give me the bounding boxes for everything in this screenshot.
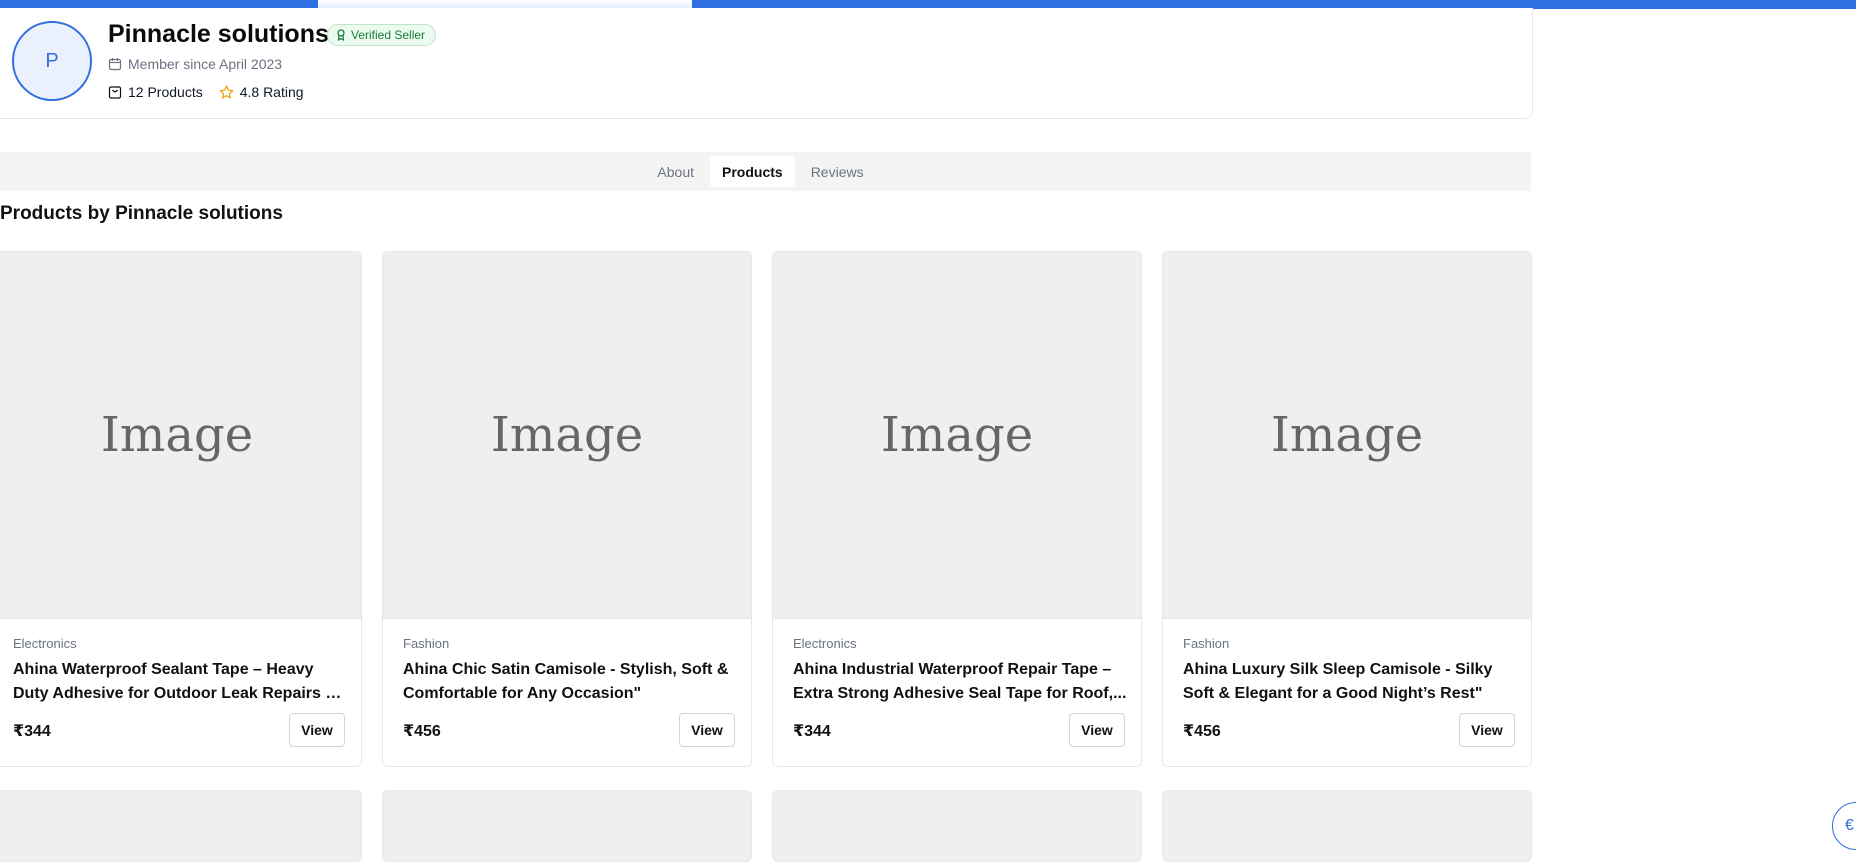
tab-reviews[interactable]: Reviews <box>799 156 876 187</box>
product-price: ₹344 <box>793 723 831 740</box>
product-price: ₹456 <box>1183 723 1221 740</box>
star-icon <box>219 85 234 100</box>
product-card[interactable] <box>0 790 362 862</box>
product-category: Fashion <box>1183 636 1230 651</box>
product-title[interactable]: Ahina Waterproof Sealant Tape – Heavy Du… <box>13 658 349 706</box>
product-card[interactable] <box>382 790 752 862</box>
product-title[interactable]: Ahina Luxury Silk Sleep Camisole - Silky… <box>1183 658 1519 706</box>
rating-stat: 4.8 Rating <box>219 84 304 100</box>
product-image-placeholder: Image <box>773 252 1141 619</box>
product-image-placeholder: Image <box>383 252 751 619</box>
calendar-icon <box>108 57 122 71</box>
product-title[interactable]: Ahina Chic Satin Camisole - Stylish, Sof… <box>403 658 739 706</box>
section-title: Products by Pinnacle solutions <box>0 203 283 224</box>
avatar: P <box>12 21 92 101</box>
product-image-placeholder: Image <box>0 252 361 619</box>
product-title[interactable]: Ahina Industrial Waterproof Repair Tape … <box>793 658 1129 706</box>
products-count-text: 12 Products <box>128 84 203 100</box>
award-icon <box>336 29 346 41</box>
seller-name: Pinnacle solutions <box>108 20 329 48</box>
view-button[interactable]: View <box>289 713 345 747</box>
product-card[interactable]: Image Fashion Ahina Chic Satin Camisole … <box>382 251 752 767</box>
view-button[interactable]: View <box>679 713 735 747</box>
verified-label: Verified Seller <box>351 28 426 42</box>
product-price: ₹344 <box>13 723 51 740</box>
product-card[interactable]: Image Fashion Ahina Luxury Silk Sleep Ca… <box>1162 251 1532 767</box>
seller-stats-row: 12 Products 4.8 Rating <box>108 84 314 100</box>
product-card[interactable]: Image Electronics Ahina Industrial Water… <box>772 251 1142 767</box>
currency-icon: € <box>1845 817 1854 834</box>
verified-seller-badge: Verified Seller <box>327 24 437 46</box>
product-price: ₹456 <box>403 723 441 740</box>
product-image-placeholder: Image <box>1163 252 1531 619</box>
product-category: Electronics <box>13 636 77 651</box>
shopping-bag-icon <box>108 85 122 99</box>
seller-profile-card: P Pinnacle solutions Verified Seller Mem… <box>0 8 1533 119</box>
product-card[interactable]: Image Electronics Ahina Waterproof Seala… <box>0 251 362 767</box>
product-card[interactable] <box>1162 790 1532 862</box>
profile-tabs: About Products Reviews <box>0 152 1531 191</box>
products-count-stat: 12 Products <box>108 84 203 100</box>
product-category: Electronics <box>793 636 857 651</box>
product-category: Fashion <box>403 636 450 651</box>
member-since-row: Member since April 2023 <box>108 56 282 72</box>
member-since-text: Member since April 2023 <box>128 56 283 72</box>
view-button[interactable]: View <box>1069 713 1125 747</box>
view-button[interactable]: View <box>1459 713 1515 747</box>
tab-about[interactable]: About <box>645 156 706 187</box>
floating-action-button[interactable]: € <box>1832 802 1856 850</box>
rating-text: 4.8 Rating <box>239 84 304 100</box>
tab-products[interactable]: Products <box>710 156 795 187</box>
product-card[interactable] <box>772 790 1142 862</box>
